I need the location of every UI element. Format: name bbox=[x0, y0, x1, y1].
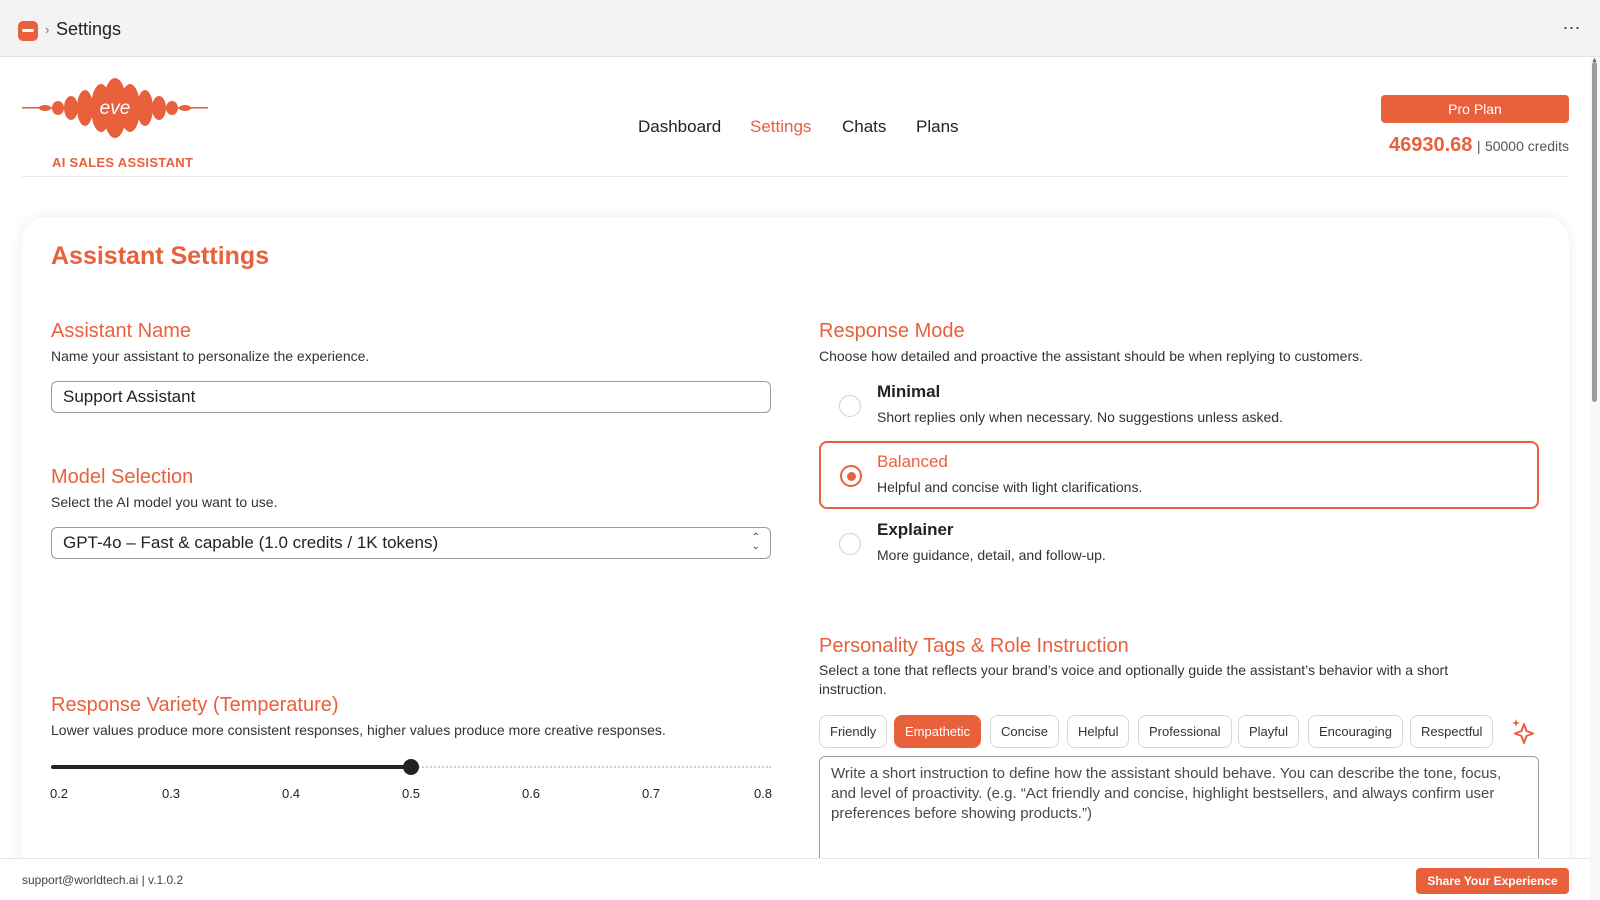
window-title: Settings bbox=[56, 19, 122, 39]
model-select-value: GPT-4o – Fast & capable (1.0 credits / 1… bbox=[63, 533, 439, 552]
response-option-explainer[interactable]: Explainer More guidance, detail, and fol… bbox=[819, 510, 1539, 578]
tag-helpful[interactable]: Helpful bbox=[1067, 715, 1130, 748]
option-title: Explainer bbox=[877, 520, 954, 539]
radio-explainer[interactable] bbox=[839, 533, 861, 555]
more-options-icon[interactable]: ⋯ bbox=[1560, 16, 1584, 40]
assistant-name-description: Name your assistant to personalize the e… bbox=[51, 348, 370, 364]
response-mode-description: Choose how detailed and proactive the as… bbox=[819, 348, 1363, 364]
temperature-tick-label: 0.7 bbox=[641, 786, 661, 801]
option-description: Short replies only when necessary. No su… bbox=[877, 409, 1283, 425]
temperature-slider[interactable] bbox=[51, 757, 771, 777]
model-selection-title: Model Selection bbox=[51, 466, 194, 488]
tag-friendly[interactable]: Friendly bbox=[819, 715, 888, 748]
tag-respectful[interactable]: Respectful bbox=[1410, 715, 1494, 748]
credits-total: 50000 credits bbox=[1484, 138, 1569, 154]
page-title: Assistant Settings bbox=[51, 242, 270, 270]
app-icon[interactable] bbox=[18, 21, 38, 41]
footer: support@worldtech.ai | v.1.0.2 Share You… bbox=[0, 858, 1590, 900]
option-title: Balanced bbox=[877, 452, 948, 471]
pro-plan-button[interactable]: Pro Plan bbox=[1381, 95, 1569, 123]
personality-title: Personality Tags & Role Instruction bbox=[819, 635, 1129, 657]
option-description: More guidance, detail, and follow-up. bbox=[877, 547, 1106, 563]
assistant-name-input[interactable]: Support Assistant bbox=[51, 381, 771, 413]
response-option-minimal[interactable]: Minimal Short replies only when necessar… bbox=[819, 372, 1539, 440]
credits-separator: | bbox=[1476, 138, 1481, 154]
tag-professional[interactable]: Professional bbox=[1138, 715, 1232, 748]
tag-encouraging[interactable]: Encouraging bbox=[1308, 715, 1403, 748]
model-select[interactable]: GPT-4o – Fast & capable (1.0 credits / 1… bbox=[51, 527, 771, 559]
tag-empathetic[interactable]: Empathetic bbox=[894, 715, 982, 748]
model-selection-description: Select the AI model you want to use. bbox=[51, 494, 278, 510]
scrollbar[interactable]: ▲ bbox=[1590, 57, 1600, 900]
scrollbar-thumb[interactable] bbox=[1592, 62, 1597, 402]
window-titlebar: › Settings ⋯ bbox=[0, 0, 1600, 57]
response-mode-title: Response Mode bbox=[819, 320, 965, 342]
radio-minimal[interactable] bbox=[839, 395, 861, 417]
role-instruction-textarea[interactable]: Write a short instruction to define how … bbox=[819, 756, 1539, 866]
nav-settings[interactable]: Settings bbox=[750, 117, 811, 137]
temperature-tick-label: 0.6 bbox=[521, 786, 541, 801]
tag-concise[interactable]: Concise bbox=[990, 715, 1059, 748]
share-experience-button[interactable]: Share Your Experience bbox=[1416, 868, 1569, 894]
tag-playful[interactable]: Playful bbox=[1238, 715, 1300, 748]
credits-used: 46930.68 bbox=[1388, 134, 1473, 156]
slider-fill bbox=[51, 765, 411, 769]
sparkle-icon[interactable] bbox=[1510, 718, 1536, 744]
select-caret-icon: ⌃ ⌄ bbox=[751, 532, 760, 552]
nav-chats[interactable]: Chats bbox=[842, 117, 886, 137]
footer-contact: support@worldtech.ai | v.1.0.2 bbox=[22, 873, 184, 887]
logo-wordmark: eve bbox=[100, 98, 131, 119]
credits-display: 46930.68 | 50000 credits bbox=[1389, 134, 1569, 157]
header-divider bbox=[22, 176, 1569, 177]
temperature-description: Lower values produce more consistent res… bbox=[51, 722, 666, 738]
response-option-balanced[interactable]: Balanced Helpful and concise with light … bbox=[819, 441, 1539, 509]
assistant-name-title: Assistant Name bbox=[51, 320, 192, 342]
nav-plans[interactable]: Plans bbox=[916, 117, 959, 137]
option-description: Helpful and concise with light clarifica… bbox=[877, 479, 1143, 495]
radio-balanced[interactable] bbox=[840, 465, 862, 487]
personality-description: Select a tone that reflects your brand’s… bbox=[819, 662, 1449, 697]
temperature-tick-label: 0.8 bbox=[753, 786, 773, 801]
logo-subtitle: AI SALES ASSISTANT bbox=[52, 155, 194, 170]
option-title: Minimal bbox=[877, 382, 941, 401]
temperature-tick-label: 0.2 bbox=[49, 786, 69, 801]
temperature-title: Response Variety (Temperature) bbox=[51, 694, 339, 716]
nav-dashboard[interactable]: Dashboard bbox=[638, 117, 721, 137]
temperature-tick-label: 0.5 bbox=[401, 786, 421, 801]
slider-thumb[interactable] bbox=[403, 759, 419, 775]
temperature-tick-label: 0.3 bbox=[161, 786, 181, 801]
temperature-tick-label: 0.4 bbox=[281, 786, 301, 801]
breadcrumb-separator: › bbox=[45, 22, 50, 37]
